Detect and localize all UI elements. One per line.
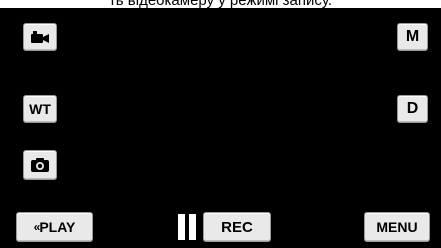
pause-icon[interactable] [177, 214, 199, 240]
still-camera-icon [31, 158, 49, 172]
pause-bar-right [189, 214, 196, 240]
still-photo-button[interactable] [23, 150, 57, 180]
menu-button[interactable]: MENU [364, 212, 430, 242]
caption-text: ть відеокамеру у режимі запису. [0, 0, 441, 8]
play-button-label: PLAY [39, 219, 76, 235]
video-camera-icon [31, 31, 49, 43]
display-button[interactable]: D [397, 95, 428, 123]
pause-bar-left [178, 214, 185, 240]
chevron-left-icon: « [33, 220, 41, 234]
play-button[interactable]: « PLAY [16, 212, 93, 242]
video-mode-button[interactable] [23, 23, 57, 51]
zoom-button[interactable]: WT [23, 95, 57, 123]
record-button[interactable]: REC [203, 212, 271, 242]
manual-mode-button[interactable]: M [397, 23, 428, 51]
camera-screen: M WT D « PLAY REC MENU [0, 8, 441, 248]
